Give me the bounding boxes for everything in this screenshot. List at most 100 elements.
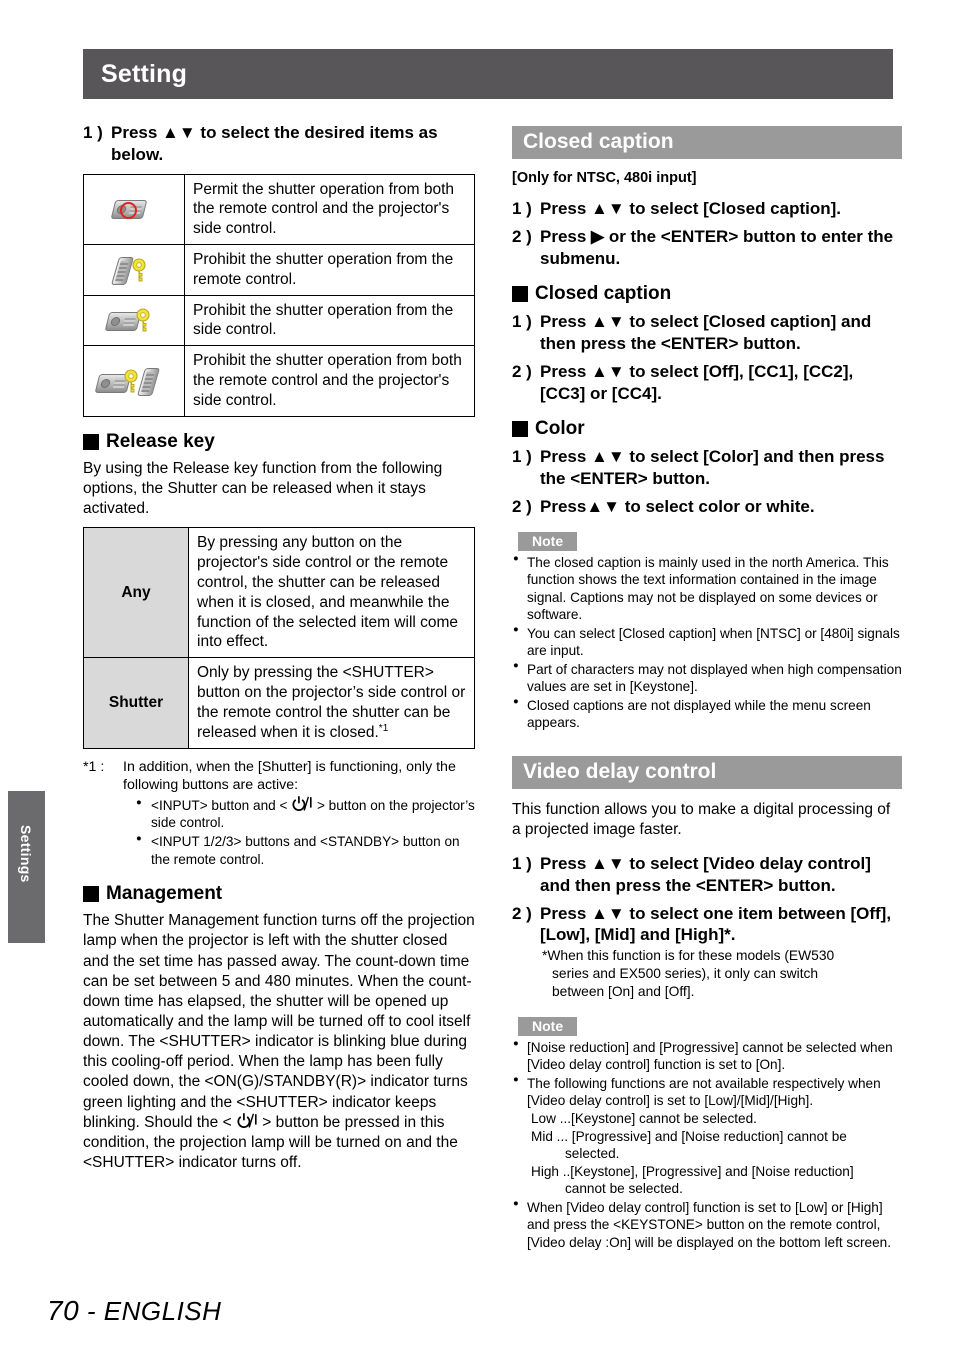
power-standby-icon	[291, 795, 313, 813]
footer-language: ENGLISH	[103, 1296, 222, 1326]
left-column: 1 ) Press ▲▼ to select the desired items…	[83, 122, 475, 1181]
row-description: By pressing any button on the projector'…	[188, 527, 475, 659]
note-list: [Noise reduction] and [Progressive] cann…	[512, 1038, 902, 1252]
icon-description: Prohibit the shutter operation from the …	[184, 243, 475, 296]
closed-caption-note-box: Note The closed caption is mainly used i…	[512, 531, 902, 732]
step-number: 1 )	[512, 447, 532, 467]
management-heading-label: Management	[106, 883, 223, 905]
list-item: <INPUT> button and < > button on the pro…	[135, 795, 475, 832]
footnote-body: In addition, when the [Shutter] is funct…	[123, 758, 475, 870]
step-number: 2 )	[512, 361, 532, 381]
sub-closed-caption-heading: Closed caption	[512, 283, 902, 305]
table-row: Prohibit the shutter operation from the …	[83, 294, 475, 347]
management-body-part1: The Shutter Management function turns of…	[83, 912, 475, 1131]
closed-caption-applicability: [Only for NTSC, 480i input]	[512, 170, 697, 186]
shutter-setting-icon-table: Permit the shutter operation from both t…	[83, 173, 475, 417]
step-text: Press▲▼ to select color or white.	[540, 496, 815, 516]
row-description-text: Only by pressing the <SHUTTER> button on…	[197, 664, 466, 741]
footnote-text: In addition, when the [Shutter] is funct…	[123, 758, 456, 794]
closed-caption-section-bar: Closed caption	[512, 126, 902, 159]
step-number: 2 )	[512, 903, 532, 923]
note-sub-mid: Mid ... [Progressive] and [Noise reducti…	[531, 1128, 847, 1144]
list-item-text: The following functions are not availabl…	[527, 1075, 881, 1109]
square-bullet-icon	[512, 286, 528, 303]
list-item: Closed captions are not displayed while …	[512, 696, 902, 732]
sub-cc-step-1: 1 ) Press ▲▼ to select [Closed caption] …	[512, 311, 902, 355]
square-bullet-icon	[512, 421, 528, 438]
footnote-bullet-list: <INPUT> button and < > button on the pro…	[123, 795, 475, 869]
closed-caption-step-2: 2 ) Press ▶ or the <ENTER> button to ent…	[512, 226, 902, 270]
step-text: Press ▲▼ to select [Video delay control]…	[540, 854, 871, 895]
table-row: Prohibit the shutter operation from the …	[83, 243, 475, 296]
icon-description: Prohibit the shutter operation from the …	[184, 294, 475, 347]
right-column: Closed caption [Only for NTSC, 480i inpu…	[512, 126, 902, 1252]
side-tab-settings: Settings	[8, 791, 45, 943]
release-key-intro: By using the Release key function from t…	[83, 459, 443, 518]
management-body: The Shutter Management function turns of…	[83, 911, 475, 1173]
list-item: Part of characters may not displayed whe…	[512, 660, 902, 696]
video-delay-step-2: 2 ) Press ▲▼ to select one item between …	[512, 903, 902, 947]
note-sub-low: Low ...[Keystone] cannot be selected.	[531, 1110, 757, 1126]
table-row: Prohibit the shutter operation from both…	[83, 345, 475, 417]
closed-caption-step-1: 1 ) Press ▲▼ to select [Closed caption].	[512, 198, 902, 220]
release-key-table: Any By pressing any button on the projec…	[83, 527, 475, 749]
sub-color-heading: Color	[512, 418, 902, 440]
star-note-line-1: *When this function is for these models …	[542, 948, 835, 964]
side-tab-label: Settings	[18, 825, 34, 883]
note-badge: Note	[518, 531, 578, 551]
note-sub-high-cont: cannot be selected.	[565, 1181, 683, 1197]
list-item: You can select [Closed caption] when [NT…	[512, 624, 902, 660]
video-delay-step-1: 1 ) Press ▲▼ to select [Video delay cont…	[512, 853, 902, 897]
step-text: Press ▲▼ to select the desired items as …	[111, 123, 438, 164]
video-delay-intro: This function allows you to make a digit…	[512, 800, 891, 838]
list-item: [Noise reduction] and [Progressive] cann…	[512, 1038, 902, 1074]
table-row: Any By pressing any button on the projec…	[83, 527, 475, 659]
projector-permit-icon	[83, 173, 185, 245]
release-key-heading: Release key	[83, 431, 475, 453]
management-heading: Management	[83, 883, 475, 905]
list-item: <INPUT 1/2/3> buttons and <STANDBY> butt…	[135, 833, 475, 868]
page-title: Setting	[101, 60, 188, 88]
footer-page-number: 70	[47, 1295, 80, 1326]
step-number: 2 )	[512, 226, 532, 246]
step-number: 1 )	[512, 854, 532, 874]
left-step-1: 1 ) Press ▲▼ to select the desired items…	[83, 122, 475, 166]
projector-prohibit-key-icon	[83, 294, 185, 347]
page-footer: 70 - ENGLISH	[47, 1295, 221, 1327]
list-item: The following functions are not availabl…	[512, 1074, 902, 1198]
footnote-1: *1 : In addition, when the [Shutter] is …	[83, 758, 475, 870]
remote-prohibit-key-icon	[83, 243, 185, 296]
power-standby-icon	[236, 1112, 258, 1130]
star-note-line-3: between [On] and [Off].	[552, 983, 695, 999]
step-number: 1 )	[512, 199, 532, 218]
table-row: Permit the shutter operation from both t…	[83, 173, 475, 245]
footnote-marker: *1 :	[83, 758, 105, 775]
projector-remote-prohibit-key-icon	[83, 345, 185, 417]
list-item: When [Video delay control] function is s…	[512, 1198, 902, 1252]
note-sub-mid-cont: selected.	[565, 1146, 620, 1162]
video-delay-note-box: Note [Noise reduction] and [Progressive]…	[512, 1016, 902, 1252]
table-row: Shutter Only by pressing the <SHUTTER> b…	[83, 657, 475, 749]
row-label-shutter: Shutter	[83, 657, 189, 749]
square-bullet-icon	[83, 433, 99, 450]
closed-caption-section-title: Closed caption	[523, 130, 674, 153]
release-key-heading-label: Release key	[106, 430, 215, 452]
row-description: Only by pressing the <SHUTTER> button on…	[188, 657, 475, 749]
row-label-any: Any	[83, 527, 189, 659]
step-number: 1 )	[512, 312, 532, 332]
star-note-line-2: series and EX500 series), it only can sw…	[552, 966, 819, 982]
bullet-text-pre: <INPUT> button and <	[151, 797, 292, 813]
step-number: 1 )	[83, 123, 103, 142]
step-text: Press ▲▼ to select [Closed caption] and …	[540, 312, 872, 353]
sub-color-step-2: 2 ) Press▲▼ to select color or white.	[512, 496, 902, 518]
icon-description: Prohibit the shutter operation from both…	[184, 345, 475, 417]
sub-color-heading-label: Color	[535, 418, 585, 440]
step-text: Press ▲▼ to select one item between [Off…	[540, 903, 892, 945]
note-sub-high: High ..[Keystone], [Progressive] and [No…	[531, 1163, 854, 1179]
step-text: Press ▲▼ to select [Off], [CC1], [CC2], …	[540, 361, 854, 403]
step-text: Press ▲▼ to select [Closed caption].	[540, 199, 842, 218]
square-bullet-icon	[83, 886, 99, 903]
sub-color-step-1: 1 ) Press ▲▼ to select [Color] and then …	[512, 446, 902, 490]
video-delay-section-bar: Video delay control	[512, 755, 902, 789]
note-list: The closed caption is mainly used in the…	[512, 552, 902, 732]
